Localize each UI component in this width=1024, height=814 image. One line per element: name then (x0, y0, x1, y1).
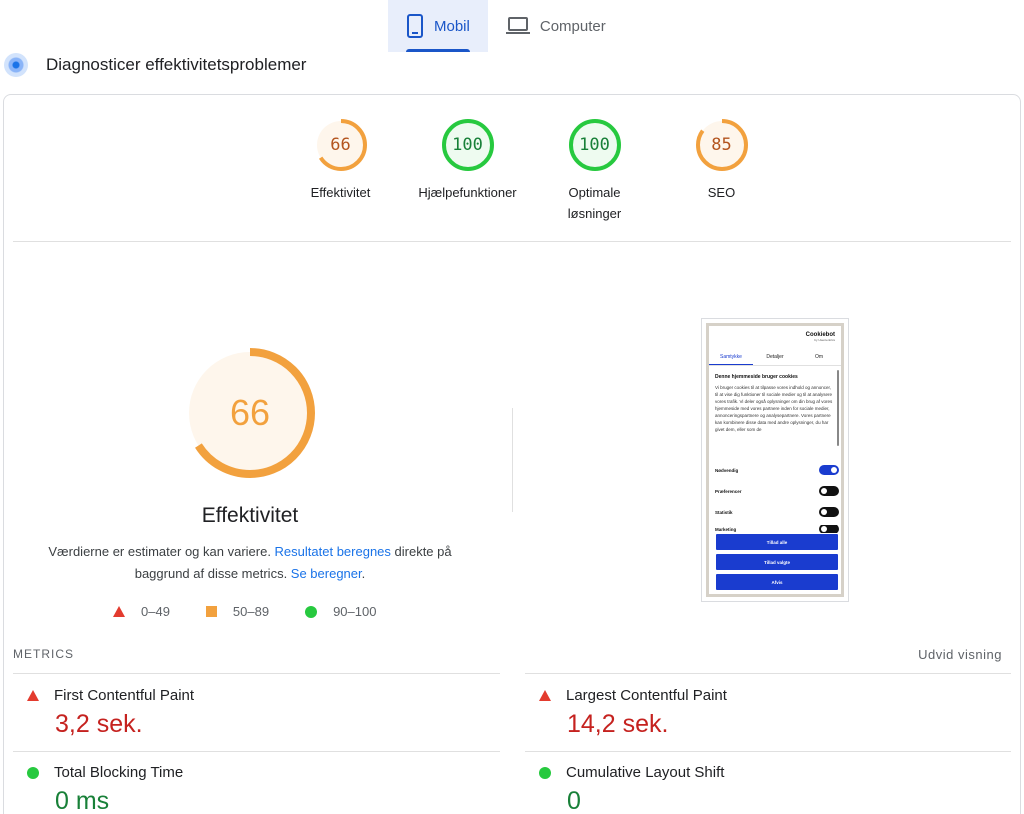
metric-tbt: Total Blocking Time 0 ms (27, 764, 497, 814)
main-score: 66 (229, 392, 271, 433)
gauge-score: 100 (579, 135, 610, 155)
metric-lcp: Largest Contentful Paint 14,2 sek. (539, 687, 1009, 739)
logo-subtext: by Usercentrics (814, 338, 835, 342)
circle-icon (305, 605, 318, 618)
triangle-icon (27, 690, 39, 701)
device-tabs: Mobil Computer (388, 0, 624, 52)
legend-pass: 90–100 (305, 604, 376, 619)
gauge-ring: 100 (568, 118, 622, 172)
toggle-row: Præferencer (715, 485, 839, 497)
scrollbar (837, 370, 839, 446)
toggle-switch (819, 507, 839, 517)
divider (525, 673, 1011, 674)
diagnose-header: Diagnosticer effektivitetsproblemer (4, 51, 306, 79)
gauge-best-practices[interactable]: 100 Optimale løsninger (531, 118, 658, 224)
divider (525, 751, 1011, 752)
diagnose-icon (4, 53, 28, 77)
page-screenshot: Cookiebot by Usercentrics Samtykke Detalj… (701, 318, 849, 602)
metric-name: Total Blocking Time (54, 764, 184, 781)
legend-average: 50–89 (205, 604, 270, 619)
toggle-switch (819, 486, 839, 496)
metric-fcp: First Contentful Paint 3,2 sek. (27, 687, 497, 739)
toggle-label: Nødvendig (715, 467, 739, 473)
gauge-performance[interactable]: 66 Effektivitet (277, 118, 404, 224)
dialog-tab: Om (814, 354, 824, 360)
metrics-heading: METRICS (13, 647, 74, 661)
divider (13, 241, 1011, 242)
legend-label: 0–49 (141, 604, 170, 619)
gauge-seo[interactable]: 85 SEO (658, 118, 785, 224)
allow-all-button: Tillad alle (716, 534, 838, 550)
circle-icon (539, 766, 551, 779)
toggle-row: Marketing (715, 525, 839, 533)
laptop-icon (505, 17, 530, 35)
toggle-label: Statistik (715, 509, 733, 515)
dialog-body: Vi bruger cookies til at tilpasse vores … (715, 385, 833, 432)
expand-view-toggle[interactable]: Udvid visning (918, 647, 1002, 662)
category-gauges: 66 Effektivitet 100 Hjælpefunktioner 100… (277, 118, 785, 224)
metric-name: Largest Contentful Paint (566, 687, 727, 704)
metric-value: 14,2 sek. (567, 710, 669, 738)
dialog-heading: Denne hjemmeside bruger cookies (715, 374, 798, 380)
note-text: Værdierne er estimater og kan variere. (48, 544, 275, 559)
divider (13, 751, 500, 752)
legend-fail: 0–49 (113, 604, 170, 619)
main-score-title: Effektivitet (201, 504, 299, 527)
fade (709, 432, 841, 452)
note-text: . (361, 566, 366, 581)
calculator-link[interactable]: Se beregner (291, 566, 362, 581)
gauge-label: Hjælpefunktioner (418, 185, 517, 200)
cookie-dialog: Cookiebot by Usercentrics Samtykke Detalj… (709, 326, 841, 594)
estimate-note: Værdierne er estimater og kan variere. R… (30, 541, 470, 585)
toggle-row: Statistik (715, 506, 839, 518)
gauge-ring: 100 (441, 118, 495, 172)
tab-mobile-label: Mobil (434, 17, 470, 35)
metric-name: Cumulative Layout Shift (566, 764, 725, 781)
screenshot-frame: Cookiebot by Usercentrics Samtykke Detalj… (706, 323, 844, 597)
legend-label: 50–89 (232, 604, 270, 619)
score-legend: 0–49 50–89 90–100 (113, 604, 412, 619)
dialog-tabs: Samtykke Detaljer Om (709, 350, 841, 366)
metric-value: 0 (567, 787, 581, 814)
toggle-switch (819, 525, 839, 533)
gauge-score: 100 (452, 135, 483, 155)
vertical-divider (512, 408, 513, 512)
calculation-link[interactable]: Resultatet beregnes (275, 544, 391, 559)
circle-icon (27, 766, 39, 779)
gauge-ring: 85 (695, 118, 749, 172)
gauge-accessibility[interactable]: 100 Hjælpefunktioner (404, 118, 531, 224)
tab-computer-label: Computer (539, 17, 606, 35)
metric-value: 3,2 sek. (55, 710, 143, 738)
toggle-label: Marketing (715, 526, 737, 532)
toggle-switch (819, 465, 839, 475)
toggle-row: Nødvendig (715, 464, 839, 476)
divider (13, 673, 500, 674)
deny-button: Afvis (716, 574, 838, 590)
gauge-ring: 66 (314, 118, 368, 172)
cookiebot-logo: Cookiebot by Usercentrics (806, 332, 835, 342)
dialog-tab: Samtykke (709, 350, 753, 365)
metric-name: First Contentful Paint (54, 687, 195, 704)
diagnose-title: Diagnosticer effektivitetsproblemer (46, 55, 307, 74)
triangle-icon (113, 606, 125, 617)
legend-label: 90–100 (333, 604, 377, 619)
allow-selected-button: Tillad valgte (716, 554, 838, 570)
main-score-gauge: 66 (183, 346, 317, 480)
toggle-label: Præferencer (715, 488, 742, 494)
square-icon (205, 606, 217, 617)
metric-cls: Cumulative Layout Shift 0 (539, 764, 1009, 814)
gauge-label: Optimale løsninger (567, 185, 622, 221)
triangle-icon (539, 690, 551, 701)
phone-icon (406, 14, 424, 38)
tab-mobile[interactable]: Mobil (388, 0, 488, 52)
dialog-tab: Detaljer (766, 354, 784, 360)
metric-value: 0 ms (55, 787, 110, 814)
tab-computer[interactable]: Computer (488, 0, 624, 52)
gauge-score: 85 (711, 135, 732, 155)
gauge-score: 66 (330, 135, 351, 155)
gauge-label: Effektivitet (310, 185, 371, 200)
gauge-label: SEO (707, 185, 736, 200)
